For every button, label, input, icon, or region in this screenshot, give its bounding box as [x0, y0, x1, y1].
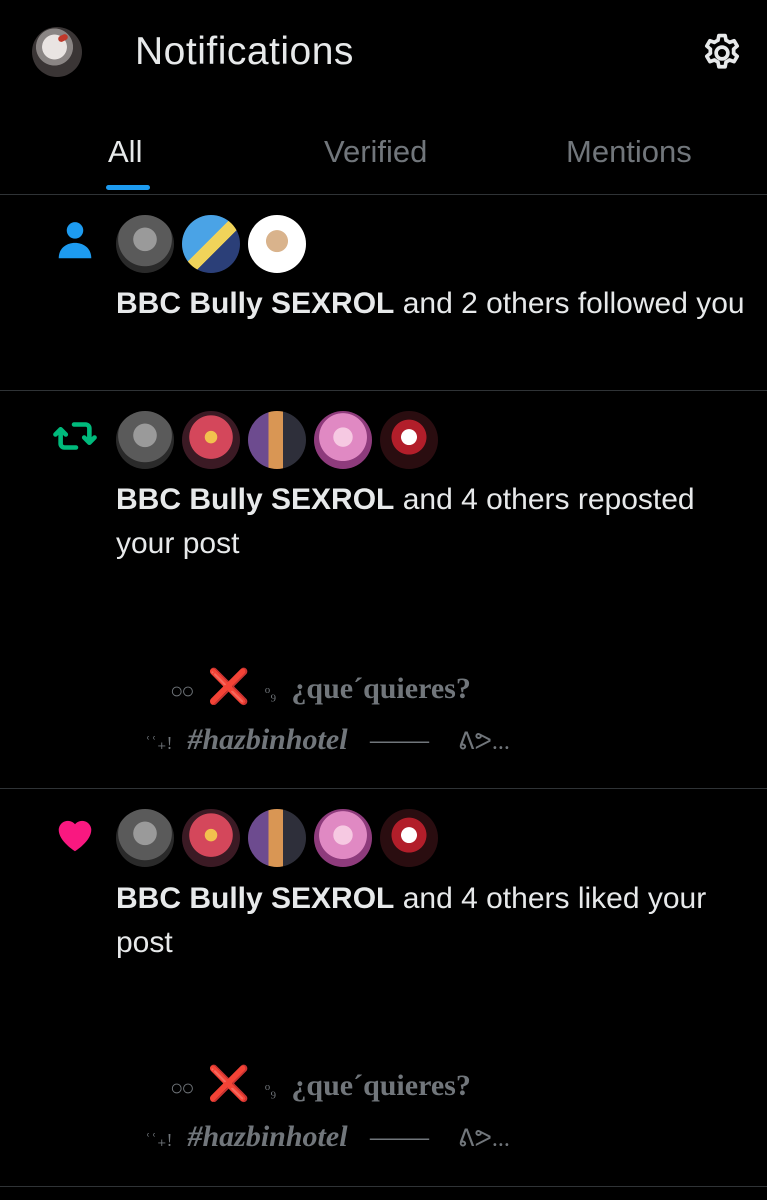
notification-follow[interactable]: BBC Bully SEXROL and 2 others followed y… [0, 195, 767, 391]
preview-text: ¿que´quieres? [291, 672, 471, 705]
notification-tabs: All Verified Mentions [0, 110, 767, 195]
cross-mark-icon: ❌ [207, 1064, 250, 1104]
preview-prefix: ʿʿ₊! [145, 1130, 173, 1150]
preview-tail: ᕕᕗ... [458, 1126, 510, 1152]
preview-text: ¿que´quieres? [291, 1069, 471, 1102]
avatar[interactable] [380, 411, 438, 469]
preview-dash: —— [370, 723, 429, 756]
notification-repost[interactable]: BBC Bully SEXROL and 4 others reposted y… [0, 391, 767, 789]
actor-name[interactable]: BBC Bully SEXROL [116, 882, 394, 915]
tab-all[interactable]: All [108, 134, 142, 170]
avatar[interactable] [314, 809, 372, 867]
avatar[interactable] [116, 411, 174, 469]
preview-glyph: ᵒ₉ [264, 682, 277, 702]
notification-action: and 2 others followed you [394, 287, 745, 320]
avatar[interactable] [248, 411, 306, 469]
notification-text: BBC Bully SEXROL and 4 others liked your… [116, 877, 746, 965]
preview-line-2: ʿʿ₊! #hazbinhotel —— ᕕᕗ... [145, 1120, 510, 1154]
gear-icon[interactable] [700, 31, 744, 75]
actor-name[interactable]: BBC Bully SEXROL [116, 287, 394, 320]
avatar[interactable] [314, 411, 372, 469]
notification-text: BBC Bully SEXROL and 4 others reposted y… [116, 478, 746, 566]
avatar[interactable] [182, 411, 240, 469]
active-tab-indicator [106, 185, 150, 190]
preview-prefix: ʿʿ₊! [145, 733, 173, 753]
top-bar: Notifications [0, 0, 767, 110]
preview-glyph: ᵒ₉ [264, 1079, 277, 1099]
page-title: Notifications [135, 30, 354, 73]
preview-line-1: ○○ ❌ ᵒ₉ ¿que´quieres? [170, 1064, 471, 1104]
avatar[interactable] [116, 809, 174, 867]
preview-line-2: ʿʿ₊! #hazbinhotel —— ᕕᕗ... [145, 723, 510, 757]
avatar[interactable] [182, 809, 240, 867]
tab-verified[interactable]: Verified [324, 134, 427, 170]
person-icon [58, 222, 92, 259]
preview-dots: ○○ [170, 678, 195, 703]
heart-icon [58, 820, 92, 852]
avatar[interactable] [248, 215, 306, 273]
avatar[interactable] [116, 215, 174, 273]
avatar[interactable] [380, 809, 438, 867]
notification-like[interactable]: BBC Bully SEXROL and 4 others liked your… [0, 789, 767, 1187]
repost-icon [53, 422, 97, 450]
preview-line-1: ○○ ❌ ᵒ₉ ¿que´quieres? [170, 667, 471, 707]
preview-dash: —— [370, 1120, 429, 1153]
cross-mark-icon: ❌ [207, 667, 250, 707]
preview-tail: ᕕᕗ... [458, 729, 510, 755]
avatar[interactable] [248, 809, 306, 867]
notification-text: BBC Bully SEXROL and 2 others followed y… [116, 282, 746, 326]
actor-name[interactable]: BBC Bully SEXROL [116, 483, 394, 516]
tab-mentions[interactable]: Mentions [566, 134, 692, 170]
hashtag-link[interactable]: #hazbinhotel [187, 1120, 347, 1153]
profile-avatar[interactable] [32, 27, 82, 77]
avatar[interactable] [182, 215, 240, 273]
preview-dots: ○○ [170, 1075, 195, 1100]
hashtag-link[interactable]: #hazbinhotel [187, 723, 347, 756]
avatar-detail [57, 33, 69, 43]
